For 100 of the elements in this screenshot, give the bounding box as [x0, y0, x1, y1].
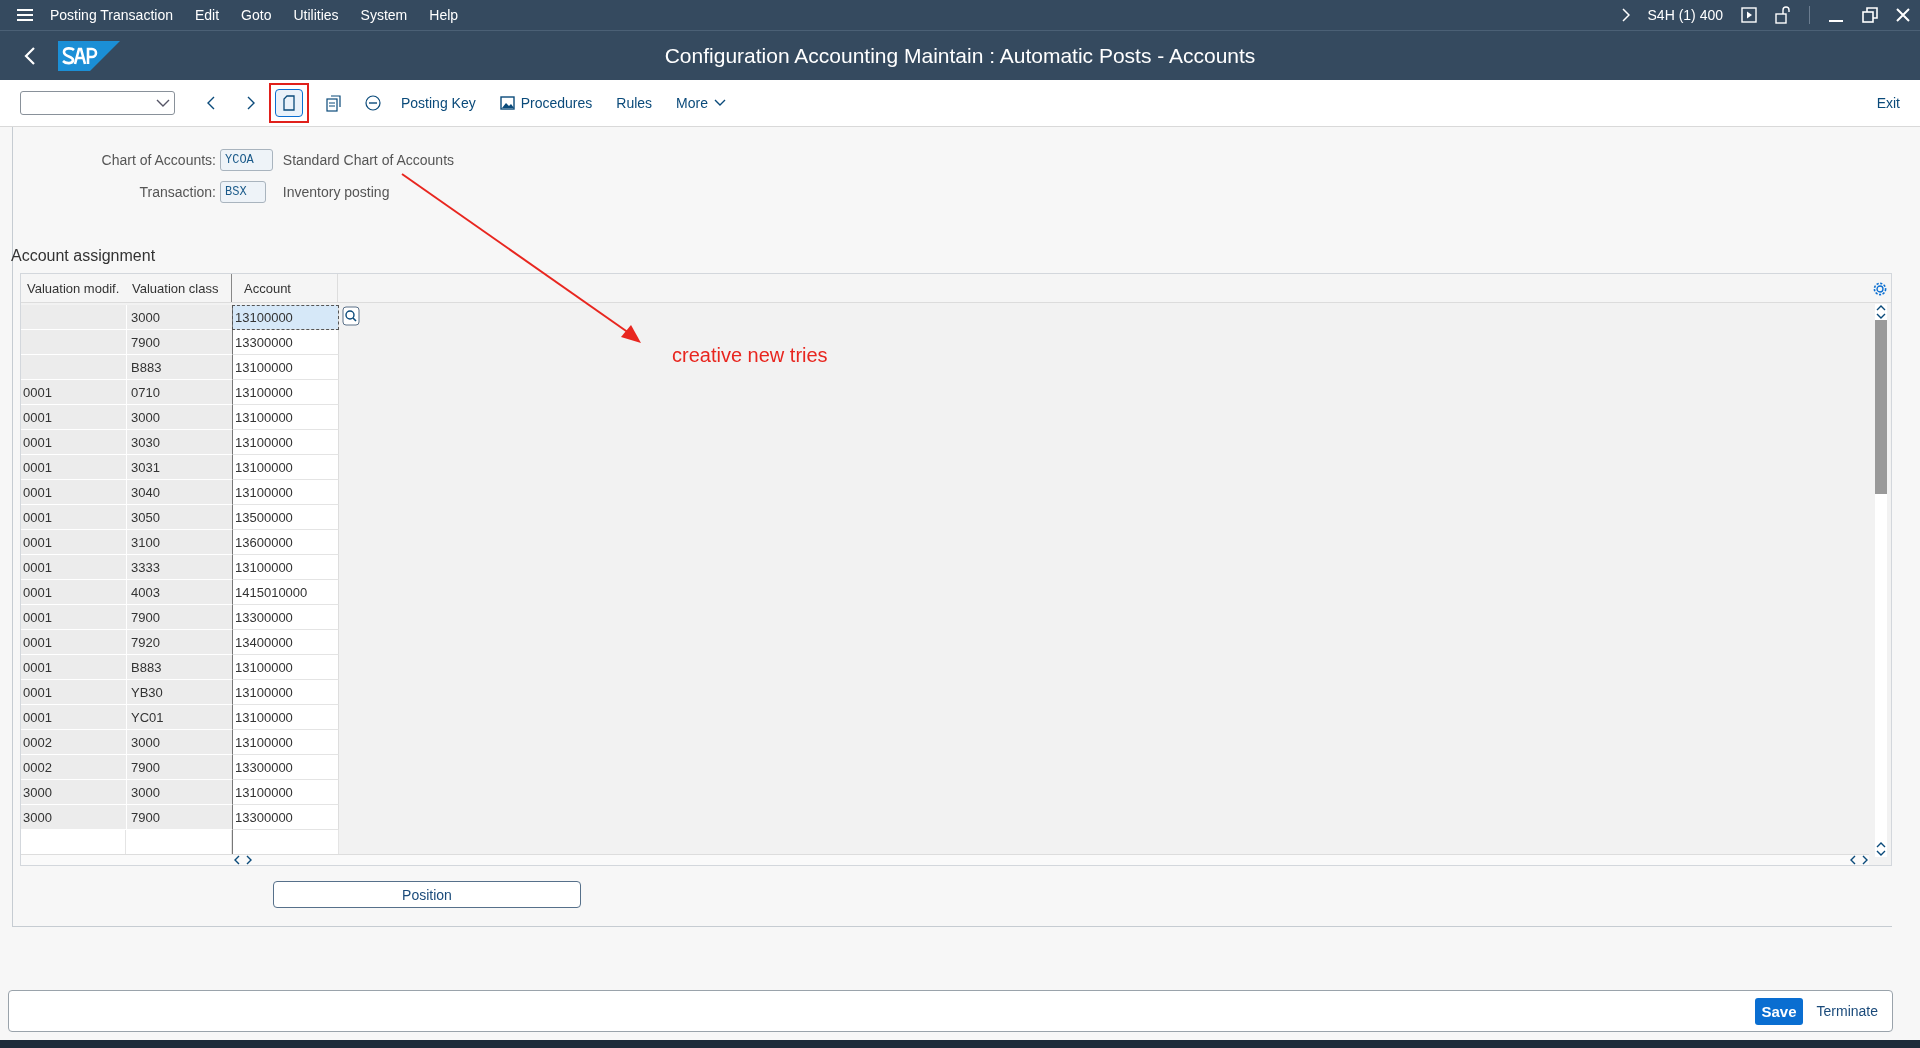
account-cell[interactable]: 13300000	[232, 605, 339, 630]
new-entries-button[interactable]	[275, 89, 303, 117]
menu-item[interactable]: System	[360, 7, 408, 23]
menu-icon[interactable]	[16, 8, 34, 22]
toolbar-button[interactable]: More	[676, 95, 726, 111]
account-cell[interactable]: 13300000	[232, 805, 339, 830]
caret-icon	[156, 99, 170, 107]
account-cell[interactable]: 13100000	[232, 380, 339, 405]
menu-item[interactable]: Posting Transaction	[50, 7, 173, 23]
account-cell[interactable]: 13100000	[232, 780, 339, 805]
table-cell: B883	[126, 355, 232, 380]
account-cell[interactable]: 13100000	[232, 680, 339, 705]
menu-item[interactable]: Edit	[194, 7, 220, 23]
table-cell: 3333	[126, 555, 232, 580]
column-header[interactable]: Account	[231, 274, 338, 302]
table-cell: 0001	[21, 530, 126, 555]
position-button[interactable]: Position	[273, 881, 581, 908]
table-cell: 7900	[126, 605, 232, 630]
table-cell: 3000	[21, 805, 126, 830]
input-field[interactable]: YCOA	[220, 149, 273, 171]
table-cell: 3000	[126, 305, 232, 330]
account-cell[interactable]: 13100000	[232, 405, 339, 430]
account-cell[interactable]: 13100000	[232, 455, 339, 480]
image-icon	[499, 96, 515, 110]
column-header[interactable]: Valuation modif.	[21, 280, 126, 296]
toolbar-button[interactable]: Procedures	[499, 95, 593, 111]
table-cell: 0002	[21, 730, 126, 755]
table-cell: 0001	[21, 555, 126, 580]
table-cell: 0001	[21, 380, 126, 405]
table-cell: 0001	[21, 505, 126, 530]
scroll-down-icon[interactable]	[1876, 312, 1886, 320]
table-cell: 3000	[21, 780, 126, 805]
account-cell[interactable]: 13100000	[232, 430, 339, 455]
account-cell[interactable]: 13100000	[232, 655, 339, 680]
column-header[interactable]: Valuation class	[126, 280, 231, 296]
table-cell: 7920	[126, 630, 232, 655]
unlocked-padlock-icon[interactable]	[1775, 6, 1791, 24]
table-cell: YC01	[126, 705, 232, 730]
restore-icon[interactable]	[1862, 7, 1878, 23]
scroll-up-icon[interactable]	[1876, 304, 1886, 312]
scroll-left-right-icon[interactable]	[233, 855, 253, 865]
scroll-up-icon[interactable]	[1876, 841, 1886, 849]
chevron-right-icon	[247, 96, 255, 110]
chevron-right-icon[interactable]	[1621, 8, 1630, 22]
account-cell[interactable]: 13100000	[232, 555, 339, 580]
play-icon[interactable]	[1741, 7, 1757, 23]
scroll-down-icon[interactable]	[1876, 849, 1886, 857]
chevron-left-icon	[207, 96, 215, 110]
table-cell: 3000	[126, 730, 232, 755]
table-cell: 4003	[126, 580, 232, 605]
menu-item[interactable]: Help	[429, 7, 459, 23]
table-cell: 0002	[21, 755, 126, 780]
table-cell: 3100	[126, 530, 232, 555]
scrollbar-thumb[interactable]	[1875, 320, 1887, 494]
save-button[interactable]: Save	[1755, 997, 1803, 1025]
scroll-left-right-icon[interactable]	[1849, 855, 1869, 865]
menu-item[interactable]: Goto	[241, 7, 272, 23]
table-cell: 3000	[126, 780, 232, 805]
account-cell[interactable]: 13400000	[232, 630, 339, 655]
table-cell: 7900	[126, 755, 232, 780]
settings-icon[interactable]	[1873, 282, 1887, 296]
table-cell: 3050	[126, 505, 232, 530]
account-cell[interactable]: 13100000	[232, 355, 339, 380]
table-cell: 7900	[126, 330, 232, 355]
table-cell: 0001	[21, 655, 126, 680]
page-title: Configuration Accounting Maintain : Automatic Posts - Accounts	[664, 43, 1256, 68]
field-description: Standard Chart of Accounts	[282, 152, 455, 168]
toolbar-button[interactable]: Rules	[616, 95, 653, 111]
close-icon[interactable]	[1896, 8, 1910, 22]
account-cell[interactable]: 13300000	[232, 755, 339, 780]
toolbar-button[interactable]: Posting Key	[401, 95, 476, 111]
table-cell: 0001	[21, 605, 126, 630]
section-title: Account assignment	[11, 247, 157, 265]
account-cell[interactable]: 13100000	[232, 705, 339, 730]
table-cell: 0001	[21, 480, 126, 505]
back-icon[interactable]	[24, 46, 36, 65]
field-label: Transaction:	[138, 184, 216, 200]
search-help-icon[interactable]	[342, 306, 360, 326]
dropdown-field[interactable]	[20, 91, 175, 115]
table-cell: 0001	[21, 430, 126, 455]
account-cell[interactable]: 13600000	[232, 530, 339, 555]
field-label: Chart of Accounts:	[100, 152, 216, 168]
table-cell: 3000	[126, 405, 232, 430]
system-info: S4H (1) 400	[1647, 7, 1723, 23]
copy-icon	[325, 94, 341, 112]
account-cell[interactable]: 13100000	[232, 305, 339, 330]
table-cell: 0001	[21, 455, 126, 480]
account-cell[interactable]: 13100000	[232, 730, 339, 755]
account-cell[interactable]: 13100000	[232, 480, 339, 505]
table-cell: 7900	[126, 805, 232, 830]
input-field[interactable]: BSX	[220, 181, 266, 203]
account-cell[interactable]: 1415010000	[232, 580, 339, 605]
account-cell[interactable]: 13500000	[232, 505, 339, 530]
menu-item[interactable]: Utilities	[293, 7, 339, 23]
account-cell[interactable]: 13300000	[232, 330, 339, 355]
field-description: Inventory posting	[282, 184, 390, 200]
table-cell: 0001	[21, 630, 126, 655]
text-button[interactable]: Terminate	[1812, 999, 1882, 1023]
exit-button[interactable]: Exit	[1876, 95, 1900, 111]
minus-circle-icon	[365, 95, 381, 111]
